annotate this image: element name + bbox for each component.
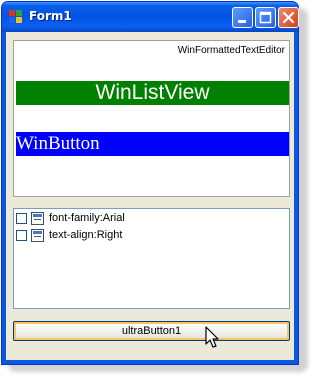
- minimize-icon: [238, 20, 246, 23]
- close-button[interactable]: [278, 7, 299, 28]
- title-bar[interactable]: Form1: [2, 2, 299, 32]
- document-icon: [31, 212, 44, 225]
- win-button[interactable]: WinButton: [16, 132, 289, 156]
- checked-list-box[interactable]: font-family:Arial text-align:Right: [13, 208, 290, 309]
- maximize-button[interactable]: [255, 7, 276, 28]
- ultra-button[interactable]: ultraButton1: [13, 321, 290, 341]
- item-label: font-family:Arial: [49, 212, 125, 224]
- app-icon: [9, 10, 23, 24]
- mouse-pointer-icon: [205, 326, 219, 348]
- item-checkbox[interactable]: [16, 230, 27, 241]
- client-area: WinFormattedTextEditor WinListView WinBu…: [6, 32, 294, 360]
- content-panel: WinFormattedTextEditor WinListView WinBu…: [13, 40, 290, 197]
- document-icon: [31, 229, 44, 242]
- close-icon: [282, 11, 295, 24]
- win-list-view[interactable]: WinListView: [16, 81, 289, 105]
- form1-window: Form1 WinFormattedTextEditor WinListView…: [1, 1, 299, 365]
- minimize-button[interactable]: [232, 7, 253, 28]
- maximize-icon: [259, 11, 272, 24]
- item-checkbox[interactable]: [16, 213, 27, 224]
- item-label: text-align:Right: [49, 229, 123, 241]
- window-title: Form1: [29, 9, 72, 23]
- formatted-text-editor[interactable]: WinFormattedTextEditor: [178, 45, 285, 56]
